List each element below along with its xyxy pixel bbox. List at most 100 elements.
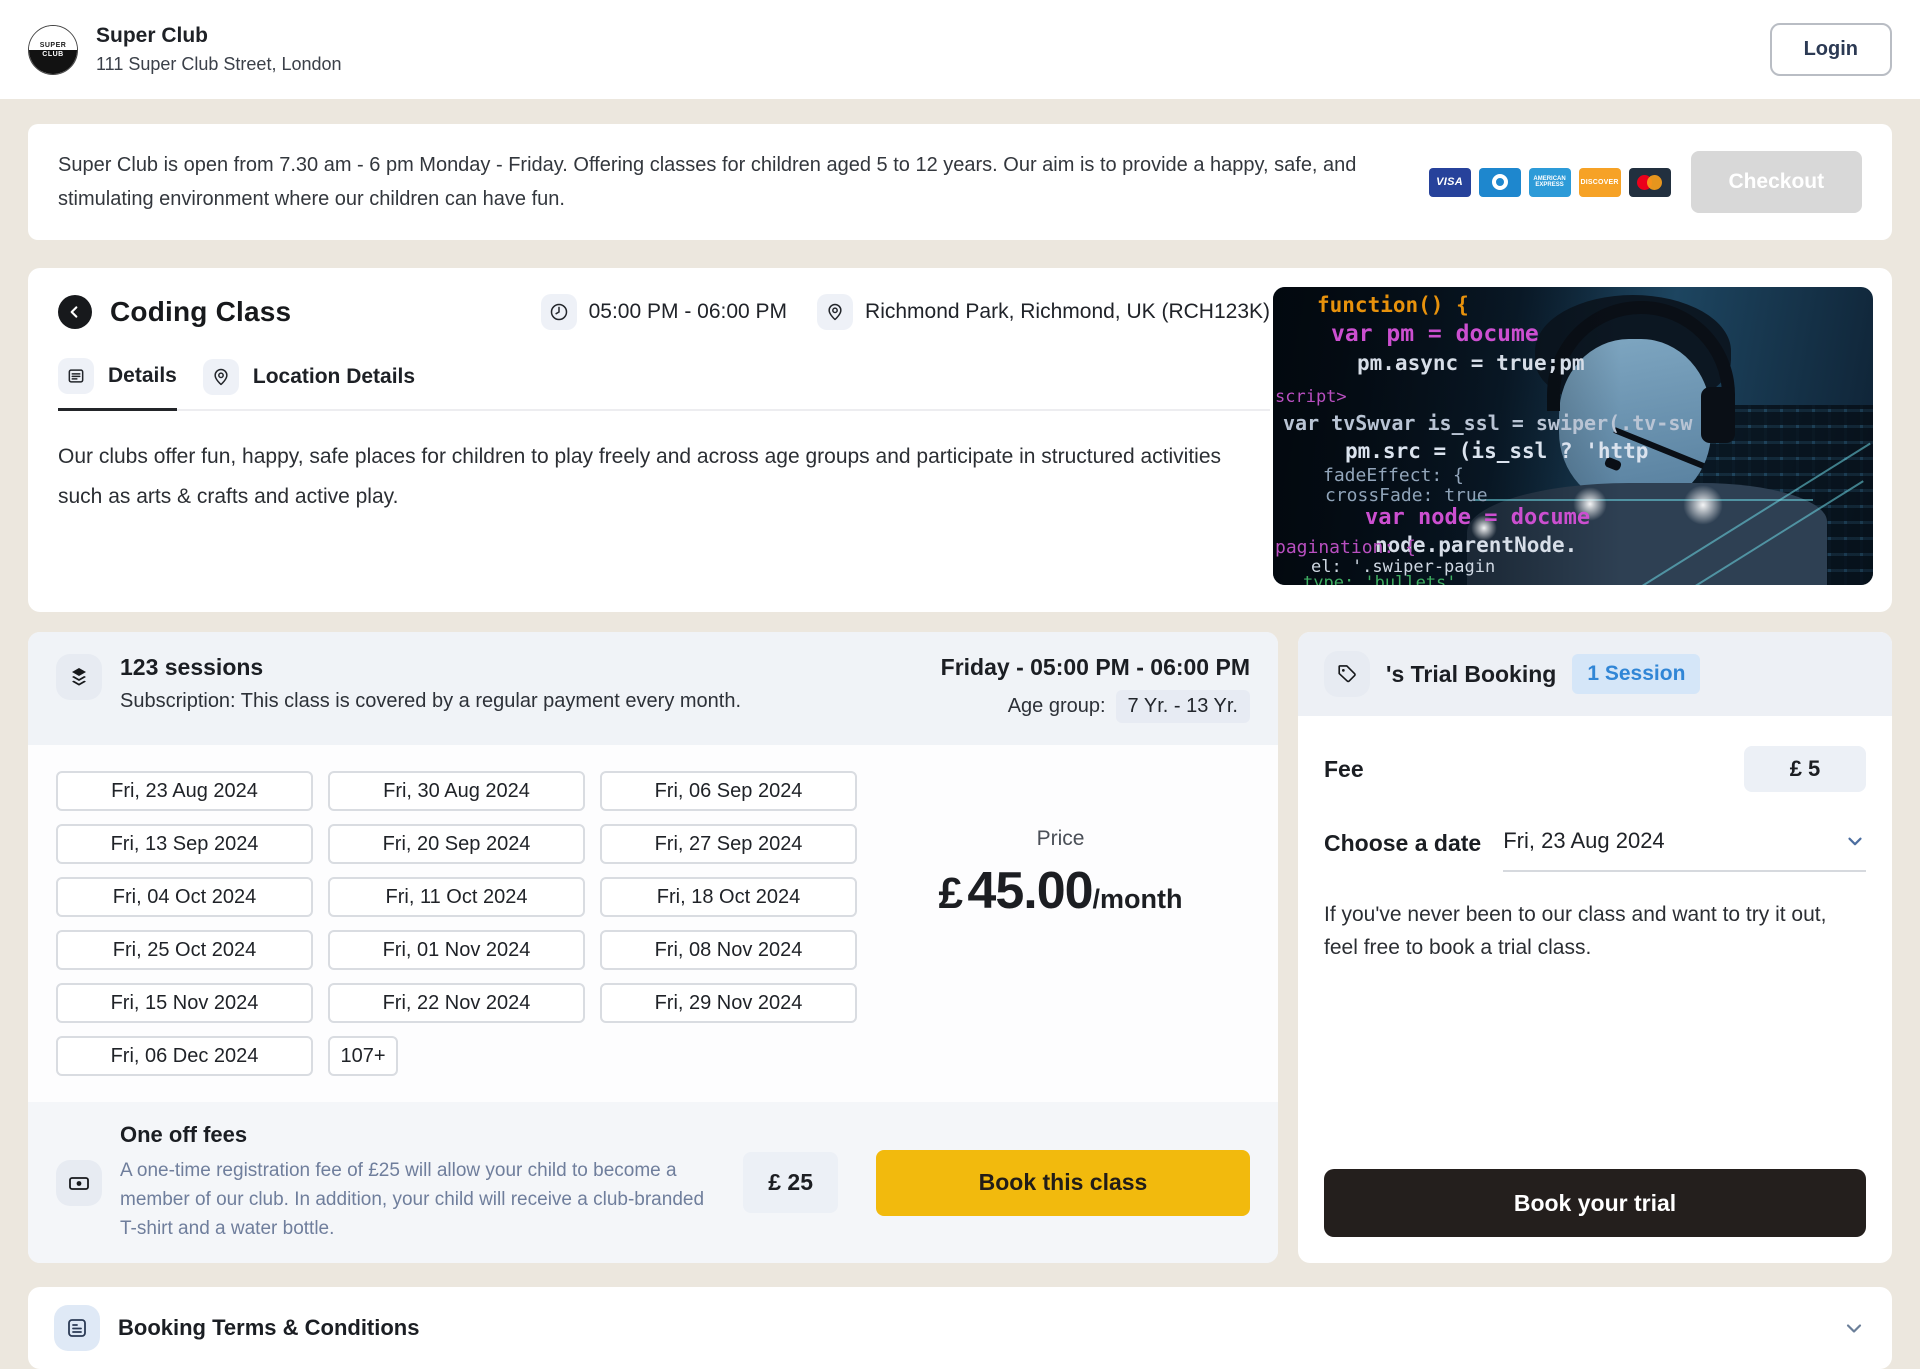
- code-line: pagination: {: [1275, 537, 1416, 558]
- map-pin-icon: [202, 358, 239, 395]
- sessions-subscription-text: Subscription: This class is covered by a…: [120, 690, 742, 712]
- session-dates-grid: Fri, 23 Aug 2024 Fri, 30 Aug 2024 Fri, 0…: [56, 771, 871, 1076]
- session-date-pill[interactable]: Fri, 15 Nov 2024: [56, 983, 313, 1023]
- trial-date-select[interactable]: Fri, 23 Aug 2024: [1503, 828, 1866, 872]
- age-group-badge: 7 Yr. - 13 Yr.: [1115, 690, 1250, 723]
- price-block: Price £ 45.00/month: [871, 771, 1250, 1076]
- back-button[interactable]: [58, 295, 92, 329]
- session-date-pill[interactable]: Fri, 30 Aug 2024: [328, 771, 585, 811]
- login-button[interactable]: Login: [1769, 23, 1892, 76]
- session-date-pill[interactable]: Fri, 18 Oct 2024: [600, 877, 857, 917]
- chevron-down-icon: [1844, 830, 1866, 852]
- session-date-pill[interactable]: Fri, 23 Aug 2024: [56, 771, 313, 811]
- tab-details[interactable]: Details: [58, 358, 177, 411]
- sessions-panel: 123 sessions Subscription: This class is…: [28, 632, 1278, 1263]
- class-photo: function() { var pm = docume pm.async = …: [1273, 287, 1873, 585]
- price-period: /month: [1092, 884, 1183, 914]
- book-this-class-button[interactable]: Book this class: [876, 1149, 1250, 1216]
- tab-location-details[interactable]: Location Details: [202, 358, 416, 409]
- trial-fee-value: £ 5: [1744, 746, 1866, 792]
- trial-date-value: Fri, 23 Aug 2024: [1503, 828, 1665, 853]
- booking-terms-accordion[interactable]: Booking Terms & Conditions: [28, 1287, 1892, 1369]
- brand-logo-top-label: SUPER: [29, 25, 77, 50]
- code-line: var tvSwvar is_ssl = swiper(.tv-sw: [1283, 411, 1693, 435]
- layers-icon: [56, 654, 102, 700]
- session-date-pill[interactable]: Fri, 11 Oct 2024: [328, 877, 585, 917]
- club-hours-text: Super Club is open from 7.30 am - 6 pm M…: [58, 154, 1357, 210]
- trial-session-badge: 1 Session: [1572, 654, 1701, 694]
- code-line: script>: [1275, 387, 1347, 407]
- book-your-trial-button[interactable]: Book your trial: [1324, 1169, 1866, 1237]
- session-date-pill[interactable]: Fri, 04 Oct 2024: [56, 877, 313, 917]
- one-off-fees-title: One off fees: [120, 1122, 248, 1147]
- tag-icon: [1324, 651, 1370, 697]
- choose-date-label: Choose a date: [1324, 830, 1482, 856]
- banknote-icon: [56, 1159, 102, 1206]
- trial-booking-panel: 's Trial Booking 1 Session Fee £ 5 Choos…: [1298, 632, 1892, 1263]
- class-location-text: Richmond Park, Richmond, UK (RCH123K): [865, 300, 1270, 323]
- mastercard-orange-circle: [1646, 174, 1662, 190]
- code-line: fadeEffect: {: [1323, 465, 1464, 486]
- class-card: Coding Class 05:00 PM - 06:00 PM Richmon…: [28, 268, 1892, 612]
- brand-name: Super Club: [96, 24, 209, 47]
- session-date-pill[interactable]: Fri, 06 Sep 2024: [600, 771, 857, 811]
- class-time-text: 05:00 PM - 06:00 PM: [588, 300, 788, 323]
- terms-title: Booking Terms & Conditions: [118, 1315, 420, 1340]
- age-group-label: Age group:: [1007, 695, 1106, 717]
- visa-icon: VISA: [1428, 167, 1471, 197]
- session-date-pill[interactable]: Fri, 13 Sep 2024: [56, 824, 313, 864]
- code-line: pm.src = (is_ssl ? 'http: [1345, 439, 1649, 463]
- sessions-count: 123 sessions: [120, 654, 264, 680]
- document-icon: [58, 358, 94, 394]
- class-location: Richmond Park, Richmond, UK (RCH123K): [817, 294, 1270, 330]
- discover-icon: DISCOVER: [1578, 167, 1621, 197]
- brand-logo: SUPER CLUB: [28, 24, 78, 75]
- price-currency: £: [938, 869, 963, 918]
- session-date-pill[interactable]: Fri, 29 Nov 2024: [600, 983, 857, 1023]
- sessions-body: Fri, 23 Aug 2024 Fri, 30 Aug 2024 Fri, 0…: [28, 745, 1278, 1102]
- code-line: var node = docume: [1365, 505, 1591, 530]
- code-line: var pm = docume: [1331, 321, 1539, 347]
- clock-icon: [540, 294, 577, 330]
- trial-header: 's Trial Booking 1 Session: [1298, 632, 1892, 716]
- class-title: Coding Class: [110, 296, 292, 327]
- price-label: Price: [1036, 827, 1085, 850]
- map-pin-icon: [817, 294, 854, 330]
- price-value: 45.00: [967, 862, 1093, 920]
- diners-club-icon: [1478, 167, 1521, 197]
- code-line: function() {: [1317, 293, 1469, 317]
- trial-fee-label: Fee: [1324, 755, 1364, 782]
- one-off-fees-section: One off fees A one-time registration fee…: [28, 1102, 1278, 1263]
- payment-methods: VISA AMERICAN EXPRESS DISCOVER: [1428, 167, 1671, 197]
- session-date-pill[interactable]: Fri, 08 Nov 2024: [600, 930, 857, 970]
- one-off-fees-description: A one-time registration fee of £25 will …: [120, 1160, 705, 1239]
- tab-location-details-label: Location Details: [252, 364, 416, 388]
- more-dates-pill[interactable]: 107+: [328, 1036, 398, 1076]
- class-time: 05:00 PM - 06:00 PM: [540, 294, 788, 330]
- sessions-schedule: Friday - 05:00 PM - 06:00 PM: [940, 654, 1250, 680]
- one-off-fee-amount: £ 25: [743, 1152, 838, 1213]
- session-date-pill[interactable]: Fri, 22 Nov 2024: [328, 983, 585, 1023]
- trial-info-text: If you've never been to our class and wa…: [1324, 903, 1827, 959]
- trial-title: 's Trial Booking: [1386, 660, 1557, 687]
- code-line: type: 'bullets',: [1303, 573, 1467, 585]
- session-date-pill[interactable]: Fri, 20 Sep 2024: [328, 824, 585, 864]
- chevron-down-icon: [1842, 1316, 1866, 1340]
- session-date-pill[interactable]: Fri, 27 Sep 2024: [600, 824, 857, 864]
- checkout-button[interactable]: Checkout: [1690, 151, 1862, 213]
- class-description: Our clubs offer fun, happy, safe places …: [58, 445, 1222, 508]
- session-date-pill[interactable]: Fri, 06 Dec 2024: [56, 1036, 313, 1076]
- class-tabs: Details Location Details: [58, 358, 1270, 411]
- info-banner: Super Club is open from 7.30 am - 6 pm M…: [28, 124, 1892, 240]
- code-line: pm.async = true;pm: [1357, 351, 1585, 375]
- american-express-icon: AMERICAN EXPRESS: [1528, 167, 1571, 197]
- session-date-pill[interactable]: Fri, 01 Nov 2024: [328, 930, 585, 970]
- app-header: SUPER CLUB Super Club 111 Super Club Str…: [0, 0, 1920, 99]
- brand-logo-bottom-label: CLUB: [29, 49, 77, 74]
- diners-ring-icon: [1491, 174, 1508, 190]
- brand-address: 111 Super Club Street, London: [96, 54, 342, 74]
- code-overlay: function() { var pm = docume pm.async = …: [1273, 287, 1873, 585]
- code-line: crossFade: true: [1325, 485, 1488, 506]
- session-date-pill[interactable]: Fri, 25 Oct 2024: [56, 930, 313, 970]
- mastercard-icon: [1628, 167, 1671, 197]
